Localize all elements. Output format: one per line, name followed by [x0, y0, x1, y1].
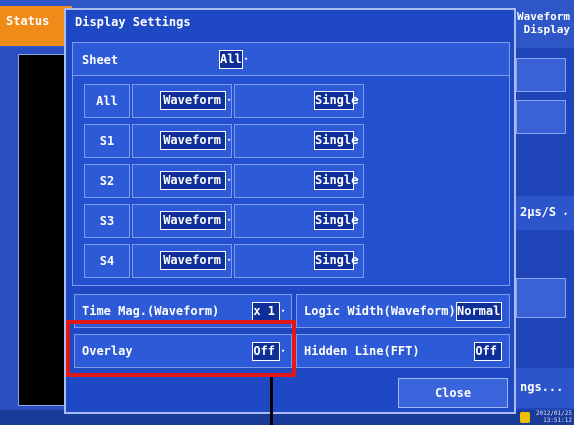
chevron-down-icon: ▾ [281, 307, 286, 315]
time-mag-dropdown[interactable]: x 1 [252, 302, 280, 321]
chevron-down-icon: ▾ [227, 96, 232, 104]
clock-date: 2012/01/25 [535, 410, 572, 417]
sheet-label: Sheet [82, 53, 119, 67]
tab-waveform-display[interactable]: Waveform Display [508, 6, 574, 46]
chevron-down-icon: ▾ [563, 210, 568, 218]
mode-dropdown[interactable]: Single [314, 251, 358, 270]
right-button-2[interactable] [516, 100, 566, 134]
logic-width-label: Logic Width(Waveform) [304, 304, 456, 318]
sheet-dropdown-value: All [220, 52, 242, 66]
sampling-speed-button[interactable]: 2µs/S ▾ [512, 196, 574, 230]
sheet-header [72, 42, 510, 76]
highlight-box [66, 320, 296, 377]
tab-waveform-line1: Waveform [517, 10, 570, 23]
dialog-title: Display Settings [75, 15, 191, 29]
row-name: S3 [84, 204, 130, 238]
chevron-down-icon: ▾ [355, 176, 360, 184]
chevron-down-icon: ▾ [355, 96, 360, 104]
mode-dropdown[interactable]: Single [314, 171, 358, 190]
chevron-down-icon: ▾ [355, 256, 360, 264]
row-name: All [84, 84, 130, 118]
chevron-down-icon: ▾ [244, 55, 249, 63]
hidden-line-dropdown[interactable]: Off [474, 342, 502, 361]
logic-width-dropdown[interactable]: Normal [456, 302, 502, 321]
tab-waveform-line2: Display [523, 23, 570, 36]
mode-dropdown[interactable]: Single [314, 211, 358, 230]
time-mag-label: Time Mag.(Waveform) [82, 304, 220, 318]
row-name: S4 [84, 244, 130, 278]
battery-icon [520, 412, 530, 423]
display-type-dropdown[interactable]: Waveform [160, 91, 226, 110]
mode-dropdown[interactable]: Single [314, 131, 358, 150]
display-type-dropdown[interactable]: Waveform [160, 251, 226, 270]
display-type-dropdown[interactable]: Waveform [160, 171, 226, 190]
chevron-down-icon: ▾ [227, 176, 232, 184]
mode-dropdown[interactable]: Single [314, 91, 358, 110]
row-name: S1 [84, 124, 130, 158]
chevron-down-icon: ▾ [355, 136, 360, 144]
settings-label: ngs... [520, 380, 564, 394]
row-name: S2 [84, 164, 130, 198]
clock-time: 13:51:12 [543, 417, 572, 424]
right-button-1[interactable] [516, 58, 566, 92]
clock: 2012/01/25 13:51:12 [530, 410, 574, 425]
chevron-down-icon: ▾ [227, 136, 232, 144]
tab-status[interactable]: Status [0, 6, 72, 46]
settings-button[interactable]: ngs... [512, 368, 574, 408]
close-button[interactable]: Close [398, 378, 508, 408]
right-button-3[interactable] [516, 278, 566, 318]
display-type-dropdown[interactable]: Waveform [160, 131, 226, 150]
chevron-down-icon: ▾ [227, 216, 232, 224]
hidden-line-label: Hidden Line(FFT) [304, 344, 420, 358]
chevron-down-icon: ▾ [355, 216, 360, 224]
pointer-line [270, 377, 273, 425]
display-type-dropdown[interactable]: Waveform [160, 211, 226, 230]
sheet-dropdown[interactable]: All [219, 50, 243, 69]
waveform-screen [18, 54, 68, 406]
sampling-speed-value: 2µs/S [520, 205, 557, 219]
chevron-down-icon: ▾ [227, 256, 232, 264]
